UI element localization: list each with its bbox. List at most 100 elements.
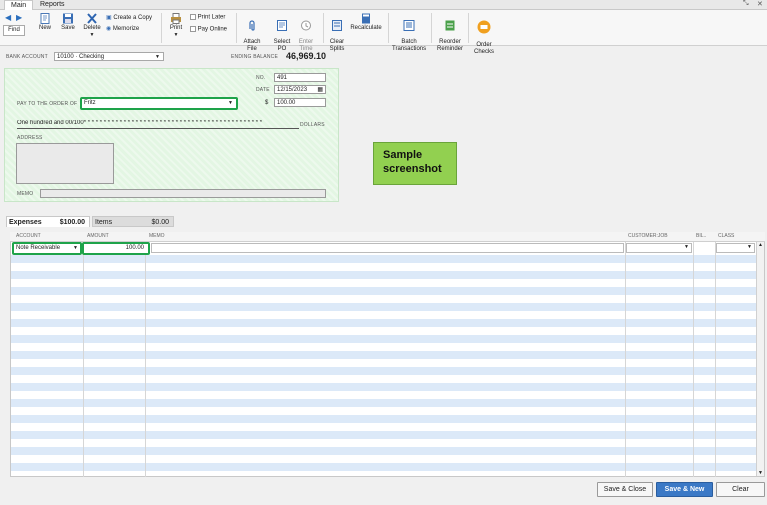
select-po-button[interactable]: Select PO (272, 13, 292, 53)
paperclip-icon (249, 20, 255, 31)
sample-screenshot-badge: Sample screenshot (373, 142, 457, 185)
clock-icon (301, 20, 311, 31)
tab-expenses[interactable]: Expenses $100.00 (6, 216, 90, 227)
table-row[interactable] (11, 391, 756, 399)
table-row[interactable] (11, 423, 756, 431)
pay-to-label: PAY TO THE ORDER OF (17, 101, 78, 107)
table-row[interactable] (11, 343, 756, 351)
memo-field[interactable] (40, 189, 326, 198)
bank-account-select[interactable]: 10100 · Checking ▼ (54, 52, 164, 61)
toolbar-divider (323, 13, 324, 43)
recalculate-button[interactable]: Recalculate (350, 13, 382, 32)
reorder-reminder-button[interactable]: Reorder Reminder (436, 13, 464, 53)
memo-cell[interactable] (151, 243, 624, 253)
print-button[interactable]: Print ▼ (168, 13, 184, 39)
customer-job-select[interactable]: ▼ (626, 243, 692, 253)
memo-label: MEMO (17, 191, 34, 197)
copy-icon: ▣ (106, 15, 112, 21)
table-row[interactable] (11, 447, 756, 455)
table-row[interactable] (11, 439, 756, 447)
vertical-scrollbar[interactable]: ▲ ▼ (756, 242, 764, 476)
delete-dropdown-icon[interactable]: ▼ (82, 32, 102, 39)
table-row[interactable] (11, 463, 756, 471)
payee-select[interactable]: Fritz ▼ (80, 97, 238, 110)
prev-arrow-icon[interactable]: ◀ (5, 13, 11, 22)
table-row[interactable] (11, 311, 756, 319)
table-row[interactable] (11, 271, 756, 279)
check-number-field[interactable]: 491 (274, 73, 326, 82)
memorize-icon: ◉ (106, 26, 112, 32)
memorize-button[interactable]: ◉ Memorize (106, 25, 139, 32)
table-row[interactable] (11, 415, 756, 423)
address-field[interactable] (16, 143, 114, 184)
tab-main[interactable]: Main (4, 0, 34, 10)
batch-transactions-button[interactable]: Batch Transactions (392, 13, 426, 53)
save-button[interactable]: Save (60, 13, 76, 32)
enter-time-button[interactable]: Enter Time (296, 13, 316, 53)
check-number-label: NO. (256, 75, 266, 81)
scroll-down-icon[interactable]: ▼ (757, 470, 764, 476)
dollar-sign: $ (265, 100, 269, 106)
table-row[interactable] (11, 255, 756, 263)
table-row[interactable] (11, 287, 756, 295)
table-row[interactable] (11, 407, 756, 415)
new-button[interactable]: New (37, 13, 53, 32)
table-row[interactable] (11, 303, 756, 311)
table-row[interactable] (11, 335, 756, 343)
table-row[interactable] (11, 295, 756, 303)
scroll-up-icon[interactable]: ▲ (757, 242, 764, 248)
print-dropdown-icon[interactable]: ▼ (168, 32, 184, 39)
amount-field[interactable]: 100.00 (274, 98, 326, 107)
class-select[interactable]: ▼ (716, 243, 755, 253)
print-later-checkbox[interactable]: Print Later (190, 14, 225, 21)
save-new-button[interactable]: Save & New (656, 482, 713, 497)
date-field[interactable]: 12/15/2023 ▦ (274, 85, 326, 94)
find-button[interactable]: Find (3, 25, 25, 36)
clear-button[interactable]: Clear (716, 482, 765, 497)
table-row[interactable] (11, 383, 756, 391)
table-row[interactable] (11, 279, 756, 287)
clear-splits-button[interactable]: Clear Splits (328, 13, 346, 53)
table-row[interactable] (11, 319, 756, 327)
close-icon[interactable]: ✕ (757, 0, 763, 8)
pay-online-checkbox[interactable]: Pay Online (190, 26, 227, 33)
table-row[interactable] (11, 327, 756, 335)
account-select[interactable]: Note Receivable ▼ (12, 242, 82, 255)
table-row[interactable] (11, 367, 756, 375)
table-row[interactable] (11, 399, 756, 407)
floppy-disk-icon (63, 13, 73, 24)
table-row[interactable] (11, 455, 756, 463)
attach-file-button[interactable]: Attach File (242, 13, 262, 53)
toolbar-divider (431, 13, 432, 43)
next-arrow-icon[interactable]: ▶ (16, 13, 22, 22)
new-document-icon (40, 13, 50, 24)
column-header-amount: AMOUNT (87, 233, 109, 239)
table-row[interactable] (11, 375, 756, 383)
table-row[interactable] (11, 471, 756, 479)
amount-cell[interactable]: 100.00 (82, 242, 150, 255)
tab-items[interactable]: Items $0.00 (92, 216, 174, 227)
table-row[interactable] (11, 351, 756, 359)
calendar-icon[interactable]: ▦ (317, 86, 323, 94)
dollars-label: DOLLARS (300, 122, 325, 128)
column-header-customer-job: CUSTOMER:JOB (628, 233, 668, 239)
expand-icon[interactable]: ⤡ (743, 0, 749, 8)
delete-button[interactable]: Delete ▼ (82, 13, 102, 39)
clear-splits-icon (332, 20, 342, 31)
column-divider (715, 242, 716, 477)
column-header-billable: BIL.. (696, 233, 707, 239)
checkbox-icon (190, 26, 196, 32)
table-row[interactable] (11, 263, 756, 271)
address-label: ADDRESS (17, 135, 43, 141)
tab-reports[interactable]: Reports (34, 0, 71, 10)
batch-icon (403, 20, 415, 31)
column-header-class: CLASS (718, 233, 735, 239)
save-close-button[interactable]: Save & Close (597, 482, 653, 497)
date-label: DATE (256, 87, 270, 93)
column-header-memo: MEMO (149, 233, 165, 239)
table-row[interactable] (11, 431, 756, 439)
table-row[interactable] (11, 359, 756, 367)
create-copy-button[interactable]: ▣ Create a Copy (106, 14, 152, 21)
checkbox-icon (190, 14, 196, 20)
order-checks-button[interactable]: Order Checks (473, 13, 495, 56)
